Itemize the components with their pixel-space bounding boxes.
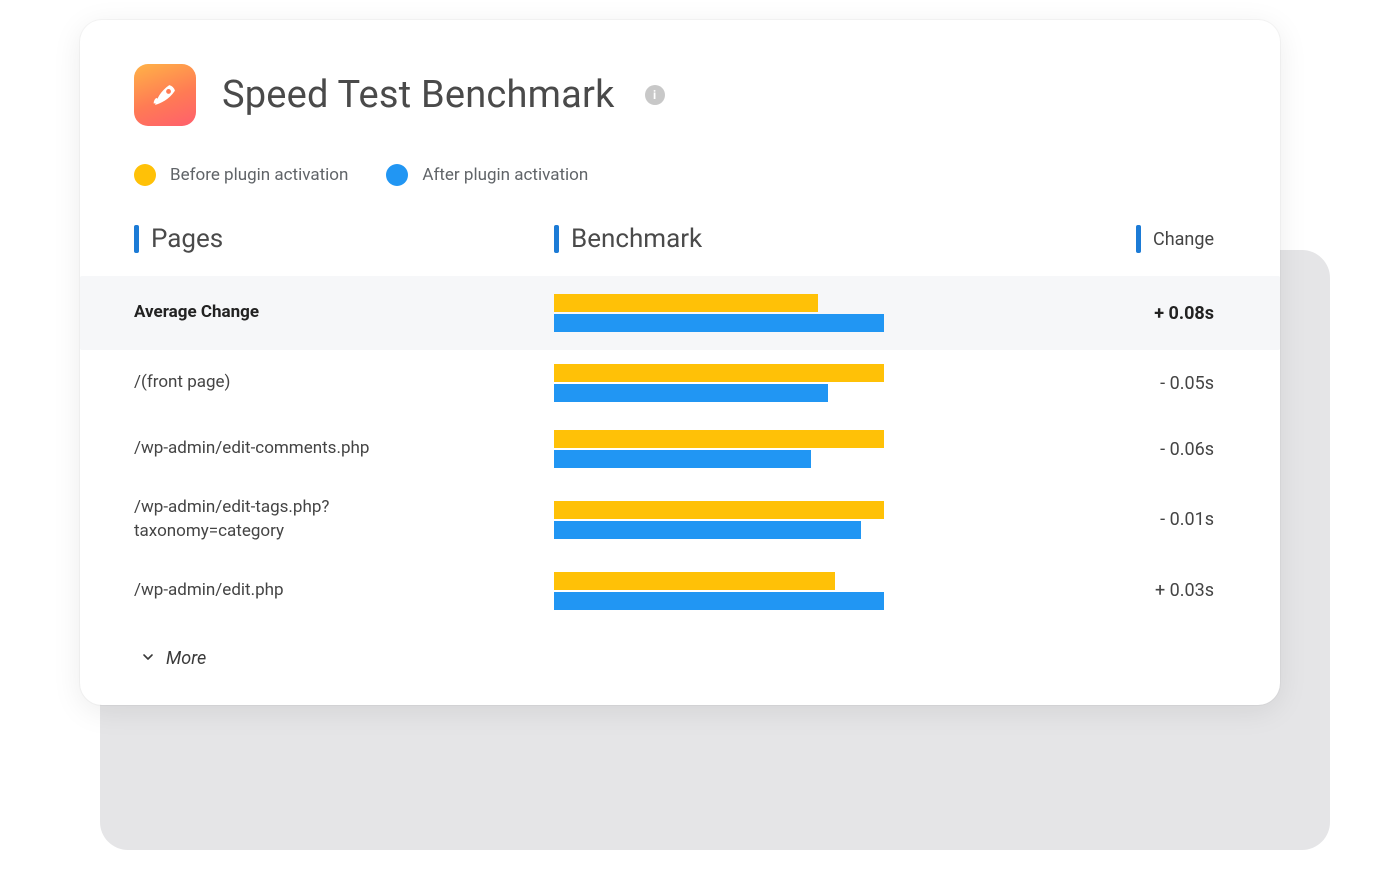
page-label: /wp-admin/edit-comments.php	[134, 437, 394, 461]
benchmark-bars	[554, 364, 884, 402]
col-benchmark-label: Benchmark	[571, 224, 702, 254]
page-label: Average Change	[134, 301, 394, 325]
legend-dot-after	[386, 164, 408, 186]
page-label: /wp-admin/edit.php	[134, 579, 394, 603]
bar-before	[554, 364, 884, 382]
table-row: /wp-admin/edit.php + 0.03s	[134, 558, 1226, 624]
benchmark-card: Speed Test Benchmark i Before plugin act…	[80, 20, 1280, 705]
bar-before	[554, 572, 835, 590]
col-change-label: Change	[1153, 229, 1214, 250]
page-label: /(front page)	[134, 371, 394, 395]
bar-after	[554, 450, 811, 468]
bar-after	[554, 384, 828, 402]
info-icon[interactable]: i	[645, 85, 665, 105]
col-pages: Pages	[134, 224, 554, 254]
bar-after	[554, 314, 884, 332]
chevron-down-icon	[140, 649, 156, 670]
change-value: - 0.06s	[1026, 439, 1226, 460]
legend: Before plugin activation After plugin ac…	[134, 164, 1226, 186]
change-value: + 0.08s	[1026, 303, 1226, 324]
change-value: + 0.03s	[1026, 580, 1226, 601]
row-average: Average Change + 0.08s	[80, 276, 1280, 350]
benchmark-bars	[554, 501, 884, 539]
table-body: Average Change + 0.08s /(front page) - 0.05…	[134, 276, 1226, 624]
page-label: /wp-admin/edit-tags.php?taxonomy=categor…	[134, 496, 394, 544]
benchmark-bars	[554, 294, 884, 332]
bar-before	[554, 430, 884, 448]
legend-before: Before plugin activation	[134, 164, 348, 186]
col-tick	[554, 225, 559, 253]
benchmark-bars	[554, 572, 884, 610]
legend-dot-before	[134, 164, 156, 186]
rocket-icon	[134, 64, 196, 126]
benchmark-bars	[554, 430, 884, 468]
col-change: Change	[1136, 225, 1226, 253]
col-benchmark: Benchmark	[554, 224, 1026, 254]
legend-before-label: Before plugin activation	[170, 165, 348, 185]
bar-after	[554, 521, 861, 539]
bar-before	[554, 501, 884, 519]
col-pages-label: Pages	[151, 224, 223, 254]
col-tick	[134, 225, 139, 253]
legend-after: After plugin activation	[386, 164, 588, 186]
col-tick	[1136, 225, 1141, 253]
change-value: - 0.01s	[1026, 509, 1226, 530]
bar-before	[554, 294, 818, 312]
table-row: /wp-admin/edit-comments.php - 0.06s	[134, 416, 1226, 482]
legend-after-label: After plugin activation	[422, 165, 588, 185]
page-title: Speed Test Benchmark	[222, 73, 615, 117]
table-row: /wp-admin/edit-tags.php?taxonomy=categor…	[134, 482, 1226, 558]
table-header: Pages Benchmark Change	[134, 218, 1226, 276]
card-header: Speed Test Benchmark i	[134, 64, 1226, 126]
bar-after	[554, 592, 884, 610]
more-button[interactable]: More	[134, 648, 1226, 669]
table-row: /(front page) - 0.05s	[134, 350, 1226, 416]
change-value: - 0.05s	[1026, 373, 1226, 394]
more-label: More	[166, 648, 206, 669]
